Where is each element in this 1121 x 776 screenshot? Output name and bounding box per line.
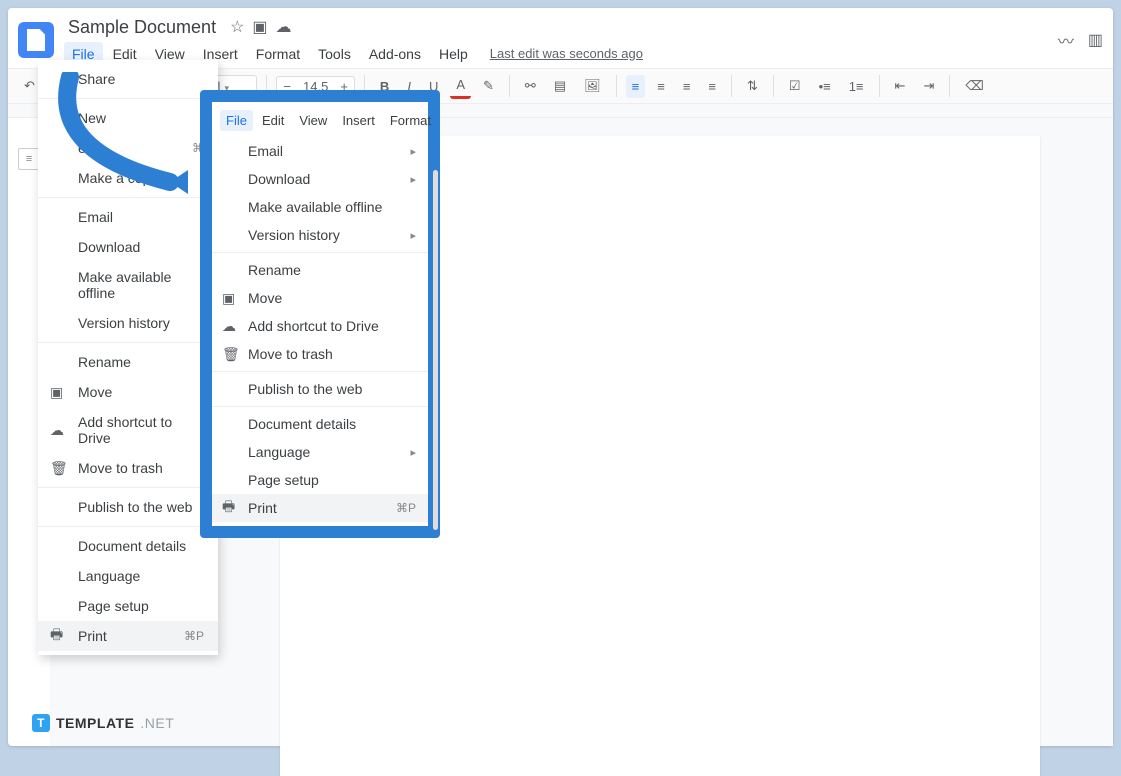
dropdown-scrollbar[interactable] xyxy=(433,170,438,530)
print-icon: 🖶 xyxy=(222,496,235,520)
cloud-icon[interactable]: ☁ xyxy=(276,17,292,37)
shortcut-item[interactable]: ☁Add shortcut to Drive xyxy=(38,407,218,453)
c-offline-item[interactable]: Make available offline xyxy=(212,193,428,221)
align-left-button[interactable]: ≡ xyxy=(626,75,646,98)
folder-icon: ▣ xyxy=(222,290,235,307)
c-shortcut-item[interactable]: ☁Add shortcut to Drive xyxy=(212,312,428,340)
share-item[interactable]: Share xyxy=(38,64,218,94)
menu-addons[interactable]: Add-ons xyxy=(361,42,429,66)
language-item[interactable]: Language xyxy=(38,561,218,591)
shortcut-icon: ☁ xyxy=(222,318,236,335)
line-spacing-button[interactable]: ⇅ xyxy=(741,74,764,98)
callout-menu-edit[interactable]: Edit xyxy=(256,110,290,131)
align-justify-button[interactable]: ≡ xyxy=(702,75,722,98)
trash-icon: 🗑 xyxy=(222,346,240,363)
link-button[interactable]: ⚯ xyxy=(519,74,542,98)
c-trash-item[interactable]: 🗑Move to trash xyxy=(212,340,428,368)
present-icon[interactable]: ▥ xyxy=(1088,30,1103,50)
header-right: 〰 ▥ xyxy=(1058,28,1103,52)
new-item[interactable]: New xyxy=(38,103,218,133)
bullet-list-button[interactable]: •≡ xyxy=(813,75,837,98)
watermark: T TEMPLATE .NET xyxy=(32,714,174,732)
last-edit-label[interactable]: Last edit was seconds ago xyxy=(490,46,643,61)
print-item[interactable]: 🖶Print⌘P xyxy=(38,621,218,651)
callout-menu-file[interactable]: File xyxy=(220,110,253,131)
watermark-suffix: .NET xyxy=(140,715,174,731)
menu-help[interactable]: Help xyxy=(431,42,476,66)
trend-icon[interactable]: 〰 xyxy=(1058,28,1074,52)
separator xyxy=(616,75,617,97)
open-item[interactable]: en⌘ xyxy=(38,133,218,163)
c-print-item[interactable]: 🖶Print⌘P xyxy=(212,494,428,522)
callout-menu-view[interactable]: View xyxy=(293,110,333,131)
docs-logo[interactable] xyxy=(18,22,54,58)
image-button[interactable]: 🖼 xyxy=(578,74,607,98)
comment-button[interactable]: ▤ xyxy=(548,74,572,98)
checklist-button[interactable]: ☑ xyxy=(783,74,807,98)
trash-item[interactable]: 🗑Move to trash xyxy=(38,453,218,483)
star-icon[interactable]: ☆ xyxy=(230,17,244,37)
c-email-item[interactable]: Email▸ xyxy=(212,137,428,165)
version-item[interactable]: Version history xyxy=(38,308,218,338)
callout-box: File Edit View Insert Format Email▸ Down… xyxy=(200,90,440,538)
c-download-item[interactable]: Download▸ xyxy=(212,165,428,193)
c-page-setup-item[interactable]: Page setup xyxy=(212,466,428,494)
publish-item[interactable]: Publish to the web xyxy=(38,492,218,522)
page-setup-item[interactable]: Page setup xyxy=(38,591,218,621)
separator xyxy=(731,75,732,97)
c-rename-item[interactable]: Rename xyxy=(212,256,428,284)
c-language-item[interactable]: Language▸ xyxy=(212,438,428,466)
download-item[interactable]: Download xyxy=(38,232,218,262)
watermark-brand: TEMPLATE xyxy=(56,715,134,731)
c-details-item[interactable]: Document details xyxy=(212,410,428,438)
watermark-icon: T xyxy=(32,714,50,732)
move-item[interactable]: ▣Move xyxy=(38,377,218,407)
numbered-list-button[interactable]: 1≡ xyxy=(843,75,870,98)
menu-format[interactable]: Format xyxy=(248,42,308,66)
print-icon: 🖶 xyxy=(50,624,63,648)
trash-icon: 🗑 xyxy=(50,460,68,477)
callout-dropdown: Email▸ Download▸ Make available offline … xyxy=(212,137,428,522)
menu-tools[interactable]: Tools xyxy=(310,42,359,66)
callout-menubar: File Edit View Insert Format xyxy=(212,106,428,137)
folder-icon: ▣ xyxy=(50,384,63,401)
c-publish-item[interactable]: Publish to the web xyxy=(212,375,428,403)
callout-menu-insert[interactable]: Insert xyxy=(336,110,381,131)
outline-toggle[interactable]: ≡ xyxy=(18,148,40,170)
separator xyxy=(773,75,774,97)
make-copy-item[interactable]: Make a copy xyxy=(38,163,218,193)
email-item[interactable]: Email xyxy=(38,202,218,232)
align-center-button[interactable]: ≡ xyxy=(651,75,671,98)
clear-format-button[interactable]: ⌫ xyxy=(959,74,989,98)
text-color-button[interactable]: A xyxy=(450,73,471,99)
document-title[interactable]: Sample Document xyxy=(64,15,220,40)
c-version-item[interactable]: Version history▸ xyxy=(212,221,428,249)
separator xyxy=(949,75,950,97)
align-right-button[interactable]: ≡ xyxy=(677,75,697,98)
details-item[interactable]: Document details xyxy=(38,531,218,561)
rename-item[interactable]: Rename xyxy=(38,347,218,377)
header: Sample Document ☆ ▣ ☁ File Edit View Ins… xyxy=(8,8,1113,68)
c-move-item[interactable]: ▣Move xyxy=(212,284,428,312)
highlight-button[interactable]: ✎ xyxy=(477,74,500,98)
indent-increase-button[interactable]: ⇥ xyxy=(917,74,940,98)
shortcut-icon: ☁ xyxy=(50,422,64,439)
callout-menu-format[interactable]: Format xyxy=(384,110,437,131)
file-menu-background: Share New en⌘ Make a copy Email Download… xyxy=(38,60,218,655)
offline-item[interactable]: Make available offline xyxy=(38,262,218,308)
separator xyxy=(509,75,510,97)
indent-decrease-button[interactable]: ⇤ xyxy=(889,74,912,98)
move-icon[interactable]: ▣ xyxy=(252,17,267,37)
separator xyxy=(879,75,880,97)
